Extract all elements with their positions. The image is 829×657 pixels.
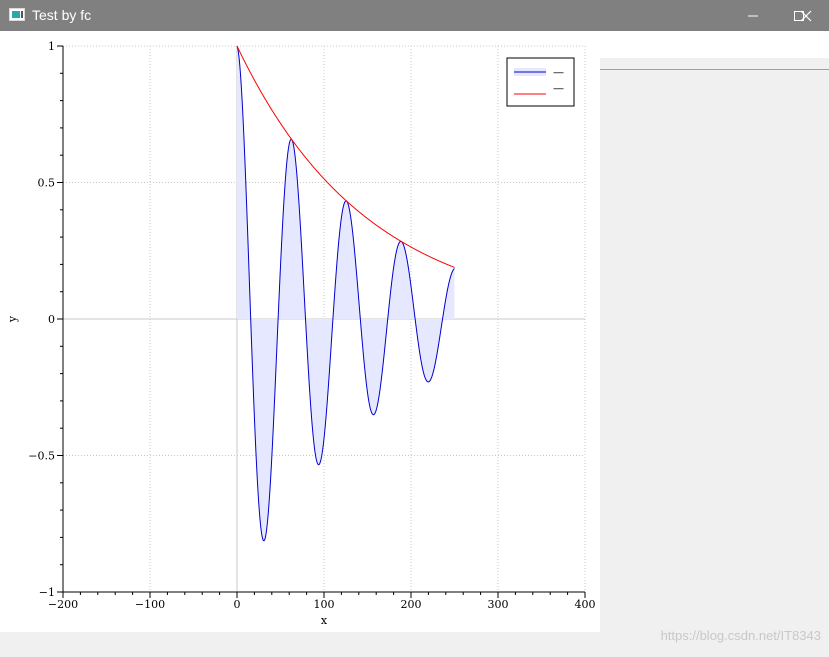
plot-area[interactable]: −200 −100 0 100 200 300 400 1 0.5 0 −0.5 −1 x y — — [0,31,600,632]
x-tick-label: −200 [48,598,78,611]
x-tick-label: 300 [488,598,509,611]
y-tick-label: 0 [48,313,55,326]
x-tick-label: −100 [135,598,165,611]
y-tick-label: 1 [48,40,55,53]
y-axis-label: y [6,315,19,323]
x-tick-label: 0 [234,598,241,611]
y-tick-label: −0.5 [28,450,55,463]
x-tick-label: 400 [575,598,596,611]
window-titlebar[interactable]: Test by fc [0,0,829,31]
close-icon [800,10,812,21]
x-tick-label: 200 [401,598,422,611]
x-tick-label: 100 [314,598,335,611]
y-tick-label: 0.5 [38,177,56,190]
minimize-button[interactable] [730,0,776,31]
right-panel-header [600,31,829,58]
chart-svg[interactable]: −200 −100 0 100 200 300 400 1 0.5 0 −0.5 −1 x y — — [0,31,600,632]
window-title: Test by fc [32,7,92,23]
legend-label-2: — [553,82,564,95]
watermark: https://blog.csdn.net/IT8343 [660,628,821,643]
close-button[interactable] [783,0,829,31]
y-tick-label: −1 [39,586,55,599]
x-axis-label: x [321,614,328,627]
app-icon [9,8,25,21]
series-1-area [237,46,455,541]
panel-divider [600,69,829,70]
minimize-icon [748,15,758,16]
right-panel [600,58,829,632]
legend-label-1: — [553,66,564,79]
